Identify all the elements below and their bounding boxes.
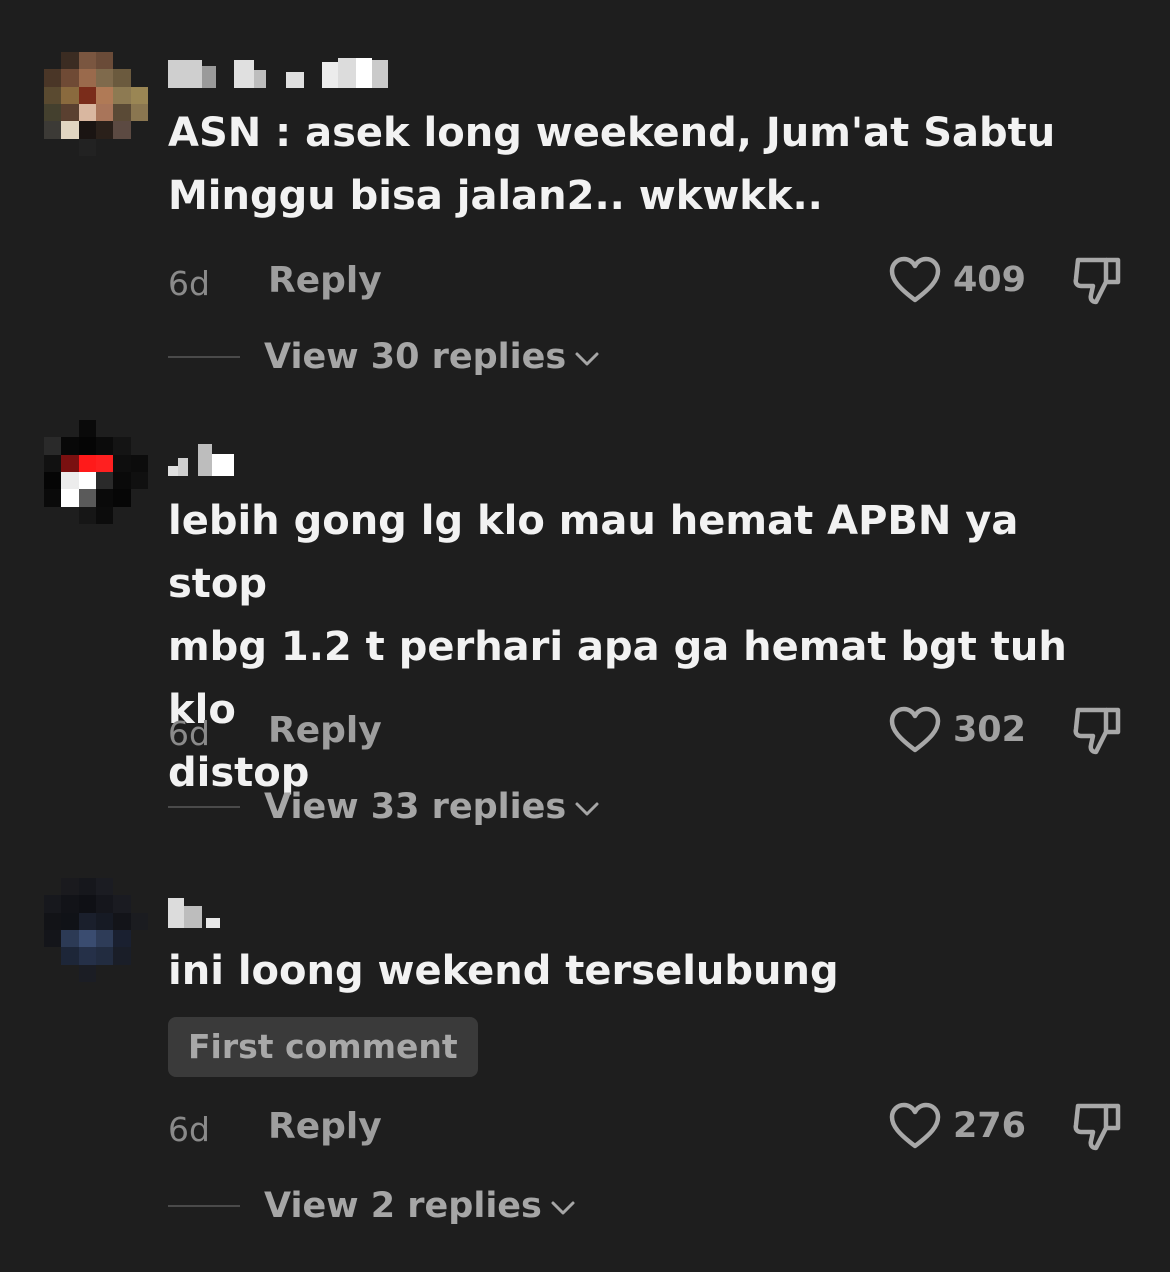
heart-icon <box>889 706 941 753</box>
like-count: 276 <box>952 1106 1026 1146</box>
like-button[interactable]: 409 <box>889 256 1026 304</box>
username-redacted[interactable] <box>168 440 234 476</box>
username-redacted[interactable] <box>168 892 220 928</box>
view-replies-label: View 30 replies <box>264 337 567 377</box>
heart-icon <box>889 256 941 303</box>
comment-text-line: ini loong wekend terselubung <box>168 948 839 994</box>
timestamp: 6d <box>168 1110 210 1149</box>
comment-actions: 6d Reply 276 <box>168 1098 1124 1158</box>
like-count: 409 <box>952 260 1026 300</box>
divider-line <box>168 806 240 808</box>
view-replies-label: View 33 replies <box>264 787 567 827</box>
avatar[interactable] <box>44 52 148 156</box>
comment-text-line: lebih gong lg klo mau hemat APBN ya stop <box>168 498 1019 607</box>
timestamp: 6d <box>168 264 210 303</box>
view-replies-button[interactable]: View 33 replies <box>168 782 600 832</box>
like-button[interactable]: 276 <box>889 1102 1026 1150</box>
comment-text: ini loong wekend terselubung <box>168 940 1128 1003</box>
divider-line <box>168 1205 240 1207</box>
reply-button[interactable]: Reply <box>268 260 382 301</box>
like-count: 302 <box>952 710 1026 750</box>
avatar[interactable] <box>44 420 148 524</box>
username-redacted[interactable] <box>168 52 388 88</box>
reply-button[interactable]: Reply <box>268 710 382 751</box>
chevron-down-icon <box>551 1201 575 1215</box>
view-replies-button[interactable]: View 30 replies <box>168 332 600 382</box>
timestamp: 6d <box>168 714 210 753</box>
chevron-down-icon <box>575 802 599 816</box>
view-replies-button[interactable]: View 2 replies <box>168 1181 576 1231</box>
thumbs-down-icon[interactable] <box>1072 1100 1124 1154</box>
heart-icon <box>889 1102 941 1149</box>
divider-line <box>168 356 240 358</box>
comment-actions: 6d Reply 302 <box>168 702 1124 762</box>
like-button[interactable]: 302 <box>889 706 1026 754</box>
thumbs-down-icon[interactable] <box>1072 254 1124 308</box>
view-replies-label: View 2 replies <box>264 1186 542 1226</box>
comment-actions: 6d Reply 409 <box>168 252 1124 312</box>
thumbs-down-icon[interactable] <box>1072 704 1124 758</box>
avatar[interactable] <box>44 878 148 982</box>
chevron-down-icon <box>575 352 599 366</box>
comment-text: ASN : asek long weekend, Jum'at Sabtu Mi… <box>168 102 1128 228</box>
comment-text-line: Minggu bisa jalan2.. wkwkk.. <box>168 173 823 219</box>
comment-text-line: ASN : asek long weekend, Jum'at Sabtu <box>168 110 1056 156</box>
reply-button[interactable]: Reply <box>268 1106 382 1147</box>
first-comment-badge: First comment <box>168 1017 478 1077</box>
